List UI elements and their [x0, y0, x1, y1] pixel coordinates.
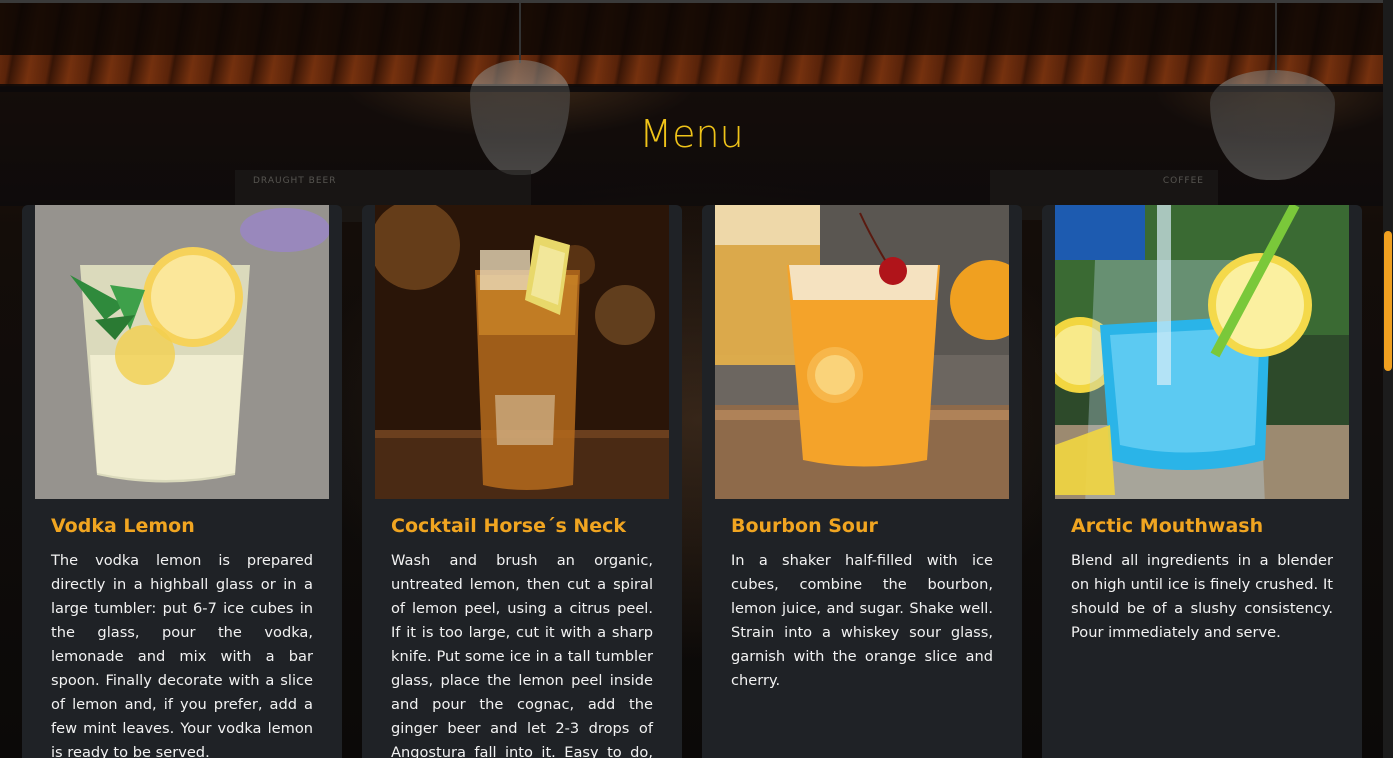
vodka-lemon-image [35, 205, 329, 499]
bourbon-sour-image [715, 205, 1009, 499]
card-title: Bourbon Sour [731, 515, 878, 537]
scrollbar-track[interactable] [1383, 0, 1393, 758]
menu-cards: Vodka Lemon The vodka lemon is prepared … [22, 205, 1367, 758]
lamp-cord [519, 3, 521, 63]
scrollbar-thumb[interactable] [1384, 231, 1392, 371]
arctic-mouthwash-photo [1055, 205, 1349, 499]
card-description: The vodka lemon is prepared directly in … [51, 552, 313, 758]
arctic-mouthwash-image [1055, 205, 1349, 499]
card-title: Cocktail Horse´s Neck [391, 515, 627, 537]
vodka-lemon-photo [35, 205, 329, 499]
menu-card-arctic-mouthwash[interactable]: Arctic Mouthwash Blend all ingredients i… [1042, 205, 1362, 758]
menu-card-bourbon-sour[interactable]: Bourbon Sour In a shaker half-filled wit… [702, 205, 1022, 758]
card-title: Vodka Lemon [51, 515, 195, 537]
background-beam [0, 3, 1383, 55]
lamp-cord [1275, 3, 1277, 73]
board-text: COFFEE [1162, 176, 1204, 186]
board-text: DRAUGHT BEER [253, 176, 337, 186]
card-description: Wash and brush an organic, untreated lem… [391, 552, 653, 758]
card-description: In a shaker half-filled with ice cubes, … [731, 552, 993, 689]
horses-neck-image [375, 205, 669, 499]
card-description: Blend all ingredients in a blender on hi… [1071, 552, 1333, 641]
page-title: Menu [639, 112, 744, 156]
menu-card-horses-neck[interactable]: Cocktail Horse´s Neck Wash and brush an … [362, 205, 682, 758]
card-title: Arctic Mouthwash [1071, 515, 1264, 537]
menu-card-vodka-lemon[interactable]: Vodka Lemon The vodka lemon is prepared … [22, 205, 342, 758]
bourbon-sour-photo [715, 205, 1009, 499]
horses-neck-photo [375, 205, 669, 499]
page: DRAUGHT BEER COFFEE Menu Vodka Lemon The… [0, 0, 1393, 758]
